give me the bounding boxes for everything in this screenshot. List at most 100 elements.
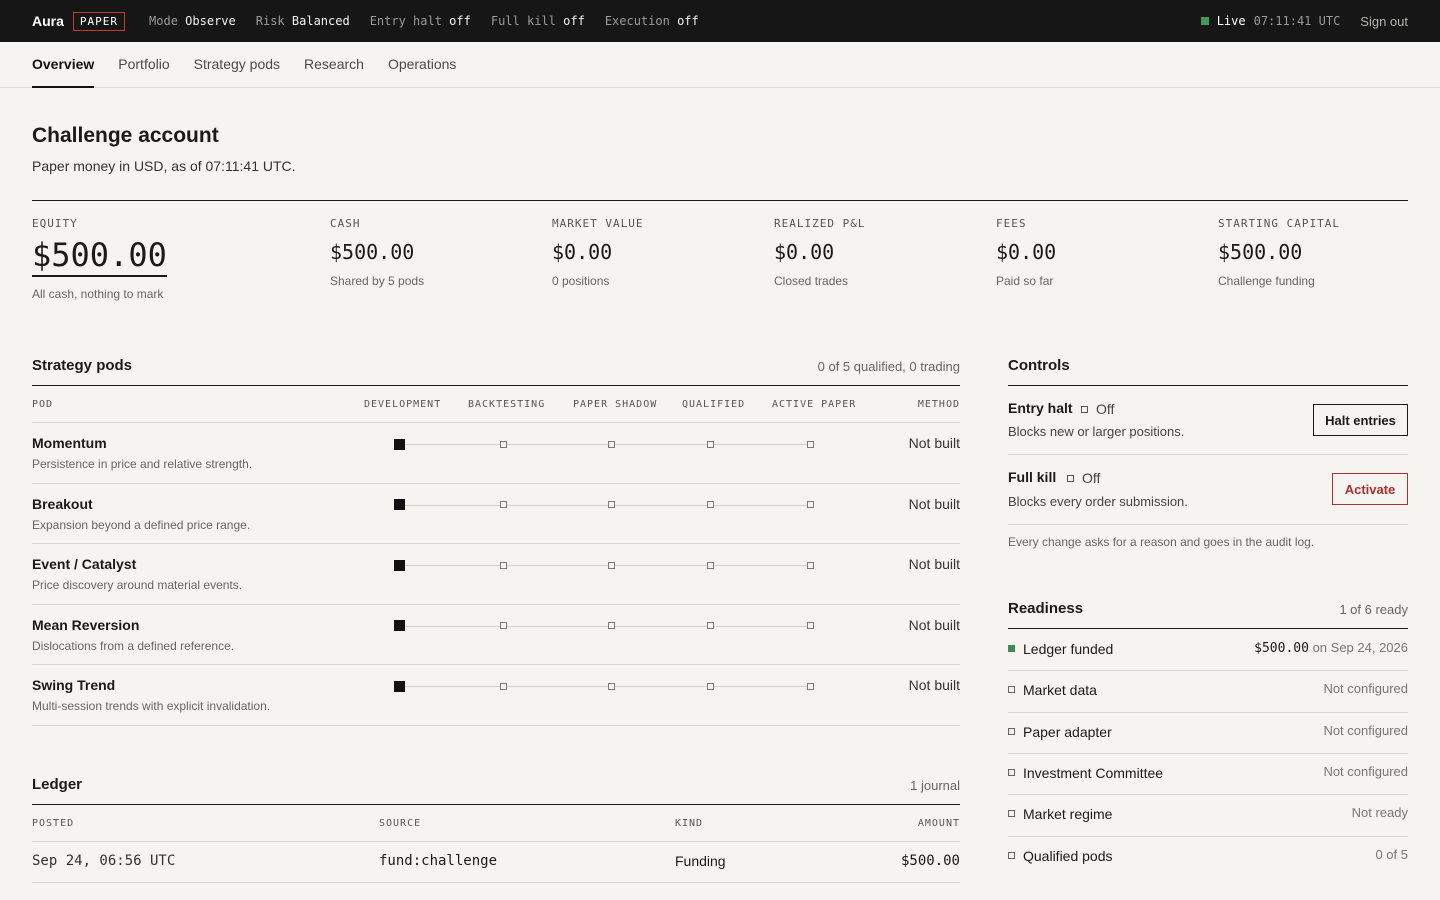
- readiness-value: Not configured: [1323, 681, 1408, 697]
- ledger-section-title: Ledger: [32, 776, 83, 793]
- column-header-development: DEVELOPMENT: [364, 399, 442, 410]
- pod-name: Swing Trend: [32, 677, 116, 694]
- stage-complete-icon: [393, 680, 405, 692]
- metric-label: FEES: [996, 217, 1027, 230]
- readiness-label: Qualified pods: [1023, 847, 1113, 864]
- readiness-divider-line: [1008, 752, 1408, 754]
- readiness-label: Market regime: [1023, 806, 1113, 823]
- ledger-source: fund:challenge: [379, 853, 498, 869]
- stage-complete-icon: [393, 559, 405, 571]
- stage-track: [399, 444, 810, 445]
- tab-overview[interactable]: Overview: [32, 42, 95, 88]
- ledger-posted: Sep 24, 06:56 UTC: [32, 853, 176, 869]
- metric-note: Paid so far: [996, 274, 1054, 288]
- pod-row-divider: [32, 725, 960, 726]
- pod-method: Not built: [908, 677, 960, 694]
- full-kill-state: Off: [1082, 470, 1101, 486]
- stage-pending-icon: [499, 440, 507, 448]
- readiness-date: on Sep 24, 2026: [1312, 640, 1408, 655]
- full-kill-status: Full kill off: [490, 14, 585, 28]
- pod-description: Price discovery around material events.: [32, 578, 243, 593]
- execution-status: Execution off: [604, 14, 699, 28]
- stage-track: [399, 504, 810, 506]
- metric-note: 0 positions: [552, 274, 610, 288]
- readiness-label: Ledger funded: [1023, 641, 1114, 657]
- stage-pending-icon: [806, 501, 814, 509]
- stage-pending-icon: [499, 622, 507, 630]
- metric-equity: EQUITY $500.00 All cash, nothing to mark: [32, 217, 167, 301]
- readiness-value: Not configured: [1323, 722, 1408, 738]
- audit-note: Every change asks for a reason and goes …: [1008, 535, 1315, 549]
- halt-entries-button[interactable]: Halt entries: [1313, 404, 1408, 436]
- entry-halt-state: Off: [1096, 401, 1115, 417]
- pod-row-divider: [32, 543, 960, 545]
- entry-halt-label: Entry halt: [1008, 400, 1073, 416]
- pod-row-divider: [32, 482, 960, 484]
- not-ready-icon: [1008, 686, 1015, 694]
- column-header-posted: POSTED: [32, 818, 75, 829]
- stage-pending-icon: [499, 561, 507, 569]
- column-header-backtesting: BACKTESTING: [468, 399, 546, 410]
- metric-cash: CASH $500.00 Shared by 5 pods: [330, 217, 424, 288]
- metric-value: $0.00: [774, 240, 835, 264]
- metric-note: All cash, nothing to mark: [32, 287, 164, 301]
- stage-pending-icon: [706, 501, 714, 509]
- not-ready-icon: [1008, 810, 1015, 818]
- stage-pending-icon: [607, 682, 615, 690]
- pods-section-title: Strategy pods: [32, 357, 133, 374]
- controls-row-divider: [1008, 454, 1408, 455]
- metric-note: Shared by 5 pods: [330, 274, 425, 288]
- controls-row-divider: [1008, 524, 1408, 525]
- metric-market-value: MARKET VALUE $0.00 0 positions: [552, 217, 643, 288]
- risk-status: Risk Balanced: [255, 14, 350, 28]
- stage-pending-icon: [706, 682, 714, 690]
- activate-kill-button[interactable]: Activate: [1332, 473, 1408, 505]
- pod-method: Not built: [908, 435, 960, 451]
- metric-label: REALIZED P&L: [774, 217, 866, 230]
- mode-status: Mode Observe: [149, 14, 236, 28]
- column-header-amount: AMOUNT: [917, 818, 960, 829]
- pods-summary: 0 of 5 qualified, 0 trading: [817, 359, 960, 374]
- stage-pending-icon: [806, 622, 814, 630]
- pod-name: Event / Catalyst: [32, 556, 137, 573]
- column-header-kind: KIND: [675, 818, 704, 829]
- stage-pending-icon: [806, 440, 814, 448]
- column-header-qualified: QUALIFIED: [682, 399, 746, 410]
- tab-portfolio[interactable]: Portfolio: [118, 42, 169, 88]
- live-indicator: Live 07:11:41 UTC Sign out: [1200, 14, 1408, 29]
- top-bar: Aura PAPER Mode Observe Risk Balanced En…: [0, 0, 1440, 42]
- tab-operations[interactable]: Operations: [388, 42, 456, 88]
- metric-value: $500.00: [330, 240, 415, 264]
- stage-pending-icon: [806, 682, 814, 690]
- live-status-icon: [1200, 17, 1209, 25]
- brand-name: Aura: [32, 13, 64, 29]
- metric-note: Challenge funding: [1218, 274, 1315, 288]
- metric-label: EQUITY: [32, 217, 78, 230]
- live-label: Live: [1216, 14, 1246, 28]
- stage-pending-icon: [607, 501, 615, 509]
- controls-divider: [1008, 385, 1408, 386]
- entry-halt-status: Entry halt off: [369, 14, 471, 28]
- readiness-label: Market data: [1023, 682, 1097, 699]
- metric-realized-pnl: REALIZED P&L $0.00 Closed trades: [774, 217, 865, 288]
- stage-complete-icon: [393, 620, 405, 632]
- tab-research[interactable]: Research: [304, 42, 364, 88]
- column-header-active-paper: ACTIVE PAPER: [772, 399, 857, 410]
- readiness-divider: [1008, 628, 1408, 629]
- pod-description: Multi-session trends with explicit inval…: [32, 699, 271, 714]
- stage-complete-icon: [393, 499, 405, 511]
- stage-pending-icon: [607, 561, 615, 569]
- metric-fees: FEES $0.00 Paid so far: [996, 217, 1056, 288]
- live-clock: 07:11:41 UTC: [1253, 14, 1341, 28]
- not-ready-icon: [1008, 851, 1015, 859]
- column-header-source: SOURCE: [379, 818, 422, 829]
- ledger-header-divider: [32, 841, 960, 842]
- sign-out-link[interactable]: Sign out: [1360, 14, 1408, 29]
- entry-halt-description: Blocks new or larger positions.: [1008, 424, 1185, 439]
- readiness-divider-line: [1008, 670, 1408, 672]
- main-nav: Overview Portfolio Strategy pods Researc…: [0, 42, 1440, 88]
- ledger-row-divider: [32, 882, 960, 883]
- page-subtitle: Paper money in USD, as of 07:11:41 UTC.: [32, 158, 296, 174]
- column-header-method: METHOD: [917, 399, 960, 410]
- tab-strategy-pods[interactable]: Strategy pods: [194, 42, 280, 88]
